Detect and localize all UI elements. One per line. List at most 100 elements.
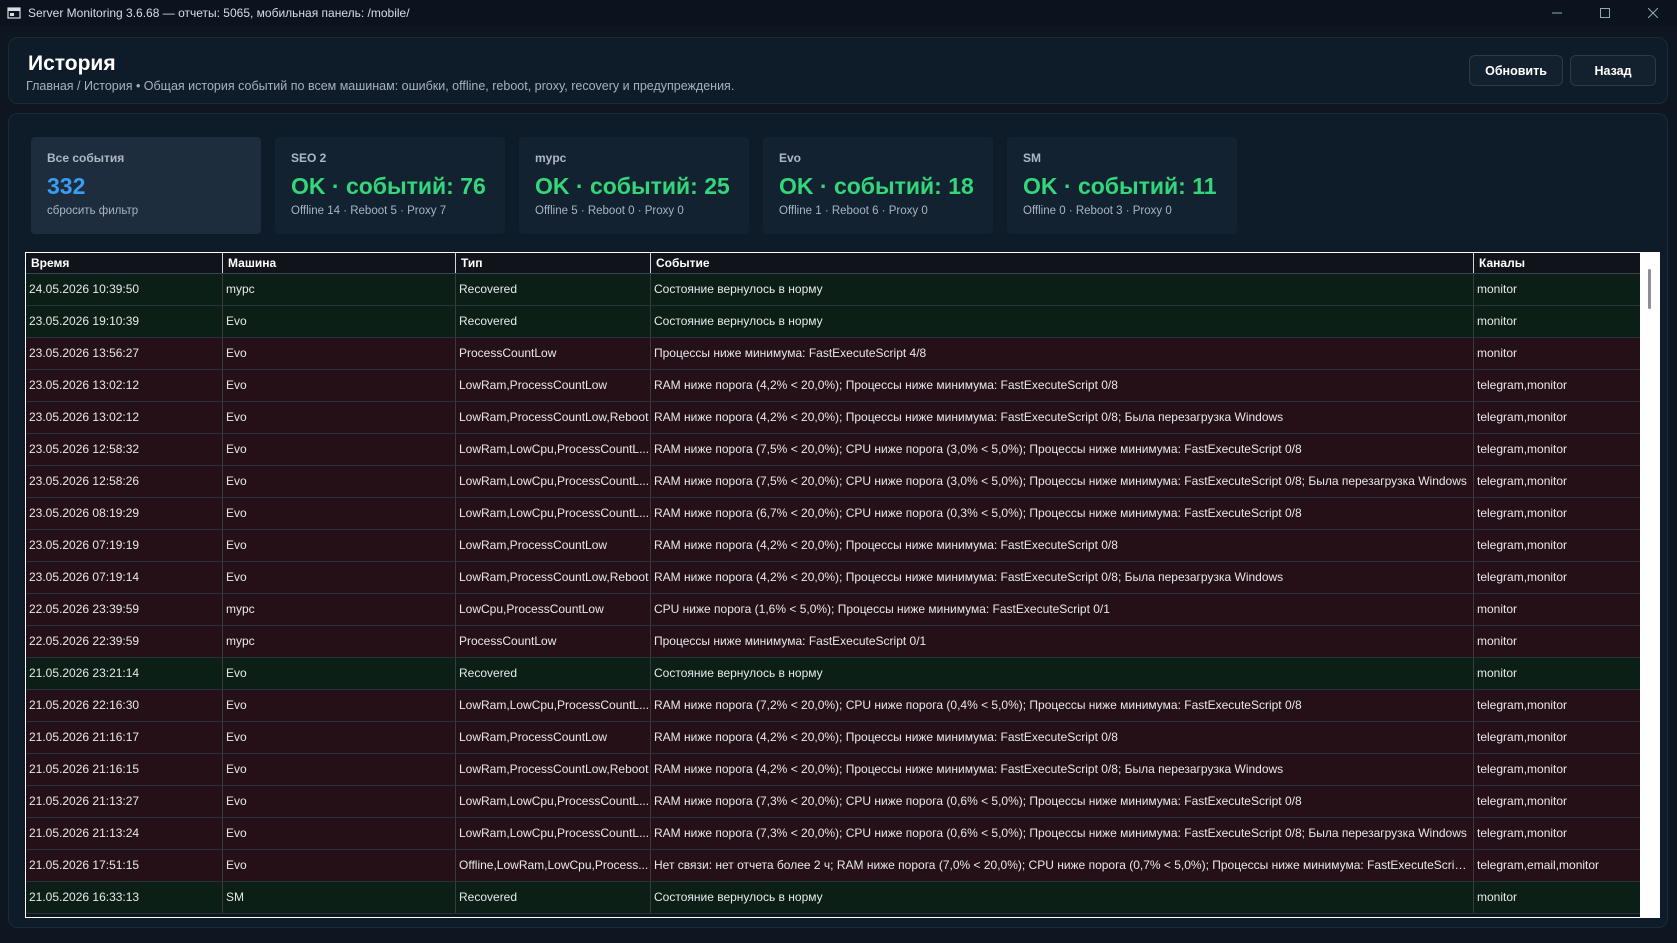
cell-machine: mypc: [223, 626, 456, 657]
cell-time: 21.05.2026 17:51:15: [26, 850, 223, 881]
cell-channels: telegram,monitor: [1477, 378, 1568, 392]
cell-event: RAM ниже порога (6,7% < 20,0%); CPU ниже…: [651, 498, 1474, 529]
card-machine-mypc[interactable]: mypc OK · событий: 25 Offline 5 · Reboot…: [519, 137, 749, 234]
table-row[interactable]: 23.05.2026 07:19:19 Evo LowRam,ProcessCoun…: [26, 530, 1640, 562]
table-row[interactable]: 23.05.2026 13:02:12 Evo LowRam,ProcessCoun…: [26, 370, 1640, 402]
table-row[interactable]: 23.05.2026 19:10:39 Evo Recovered Состояние…: [26, 306, 1640, 338]
cell-channels: telegram,monitor: [1477, 730, 1568, 744]
breadcrumb: Главная / История • Общая история событи…: [26, 79, 735, 93]
table-row[interactable]: 23.05.2026 12:58:26 Evo LowRam,LowCpu,Proc…: [26, 466, 1640, 498]
cell-type: LowRam,ProcessCountLow: [456, 530, 651, 561]
cell-time: 23.05.2026 12:58:32: [26, 434, 223, 465]
column-header-type[interactable]: Тип: [456, 253, 651, 273]
minimize-icon[interactable]: [1533, 0, 1581, 26]
column-header-channels[interactable]: Каналы: [1474, 253, 1640, 273]
cell-machine: Evo: [223, 338, 456, 369]
table-row[interactable]: 21.05.2026 17:51:15 Evo Offline,LowRam,Low…: [26, 850, 1640, 882]
card-sub: Offline 1 · Reboot 6 · Proxy 0: [779, 205, 928, 217]
cell-event: RAM ниже порога (7,3% < 20,0%); CPU ниже…: [651, 786, 1474, 817]
cell-time: 21.05.2026 21:16:17: [26, 722, 223, 753]
table-row[interactable]: 21.05.2026 21:16:15 Evo LowRam,ProcessCoun…: [26, 754, 1640, 786]
cell-event: RAM ниже порога (4,2% < 20,0%); Процессы…: [651, 754, 1474, 785]
table-row[interactable]: 21.05.2026 21:13:27 Evo LowRam,LowCpu,Proc…: [26, 786, 1640, 818]
cell-channels: telegram,monitor: [1477, 506, 1568, 520]
cell-machine: Evo: [223, 466, 456, 497]
cell-time: 21.05.2026 23:21:14: [26, 658, 223, 689]
cell-event: Процессы ниже минимума: FastExecuteScrip…: [651, 338, 1474, 369]
cell-type: ProcessCountLow: [456, 338, 651, 369]
cell-type: Recovered: [456, 882, 651, 913]
card-machine-evo[interactable]: Evo OK · событий: 18 Offline 1 · Reboot …: [763, 137, 993, 234]
card-all-events[interactable]: Все события 332 сбросить фильтр: [31, 137, 261, 234]
cell-machine: Evo: [223, 434, 456, 465]
cell-event: RAM ниже порога (7,5% < 20,0%); CPU ниже…: [651, 434, 1474, 465]
cell-time: 23.05.2026 07:19:19: [26, 530, 223, 561]
cell-machine: Evo: [223, 402, 456, 433]
page-header: История Главная / История • Общая истори…: [8, 37, 1668, 104]
table-row[interactable]: 21.05.2026 21:13:24 Evo LowRam,LowCpu,Proc…: [26, 818, 1640, 850]
cell-time: 21.05.2026 21:16:15: [26, 754, 223, 785]
cell-machine: Evo: [223, 530, 456, 561]
cell-machine: Evo: [223, 690, 456, 721]
cell-channels: telegram,monitor: [1477, 698, 1568, 712]
cell-type: LowRam,LowCpu,ProcessCountL...: [456, 434, 651, 465]
table-row[interactable]: 22.05.2026 22:39:59 mypc ProcessCountLow Пр…: [26, 626, 1640, 658]
cell-channels: telegram,monitor: [1477, 410, 1568, 424]
table-row[interactable]: 21.05.2026 16:33:13 SM Recovered Состояние …: [26, 882, 1640, 914]
cell-channels: telegram,monitor: [1477, 762, 1568, 776]
maximize-icon[interactable]: [1581, 0, 1629, 26]
cell-type: LowRam,ProcessCountLow,Reboot: [456, 402, 651, 433]
cell-machine: Evo: [223, 850, 456, 881]
events-grid: Время Машина Тип Событие Каналы 24.05.20…: [26, 253, 1640, 917]
cell-event: Процессы ниже минимума: FastExecuteScrip…: [651, 626, 1474, 657]
cell-channels: telegram,monitor: [1477, 570, 1568, 584]
cell-time: 23.05.2026 13:56:27: [26, 338, 223, 369]
card-value: OK · событий: 76: [291, 173, 486, 199]
column-header-time[interactable]: Время: [26, 253, 223, 273]
cell-machine: Evo: [223, 658, 456, 689]
card-sub: Offline 5 · Reboot 0 · Proxy 0: [535, 205, 684, 217]
reset-filter-link[interactable]: сбросить фильтр: [47, 205, 138, 217]
cell-type: LowRam,LowCpu,ProcessCountL...: [456, 786, 651, 817]
table-body: 24.05.2026 10:39:50 mypc Recovered Состояни…: [26, 274, 1640, 914]
table-row[interactable]: 23.05.2026 07:19:14 Evo LowRam,ProcessCoun…: [26, 562, 1640, 594]
cell-type: Offline,LowRam,LowCpu,Process...: [456, 850, 651, 881]
table-row[interactable]: 21.05.2026 21:16:17 Evo LowRam,ProcessCoun…: [26, 722, 1640, 754]
cell-event: Состояние вернулось в норму: [651, 658, 1474, 689]
table-row[interactable]: 24.05.2026 10:39:50 mypc Recovered Состояни…: [26, 274, 1640, 306]
scrollbar-thumb[interactable]: [1648, 269, 1651, 309]
cell-machine: Evo: [223, 370, 456, 401]
card-machine-seo2[interactable]: SEO 2 OK · событий: 76 Offline 14 · Rebo…: [275, 137, 505, 234]
table-row[interactable]: 23.05.2026 12:58:32 Evo LowRam,LowCpu,Proc…: [26, 434, 1640, 466]
window-title: Server Monitoring 3.6.68 — отчеты: 5065,…: [28, 6, 410, 20]
table-row[interactable]: 21.05.2026 22:16:30 Evo LowRam,LowCpu,Proc…: [26, 690, 1640, 722]
table-row[interactable]: 23.05.2026 08:19:29 Evo LowRam,LowCpu,Proc…: [26, 498, 1640, 530]
cell-channels: telegram,monitor: [1477, 538, 1568, 552]
column-header-event[interactable]: Событие: [651, 253, 1474, 273]
card-label: Evo: [779, 151, 802, 165]
cell-machine: Evo: [223, 818, 456, 849]
cell-time: 23.05.2026 12:58:26: [26, 466, 223, 497]
table-row[interactable]: 21.05.2026 23:21:14 Evo Recovered Состояние…: [26, 658, 1640, 690]
cell-machine: mypc: [223, 274, 456, 305]
cell-channels: monitor: [1477, 890, 1518, 904]
column-header-machine[interactable]: Машина: [223, 253, 456, 273]
cell-time: 23.05.2026 08:19:29: [26, 498, 223, 529]
vertical-scrollbar[interactable]: [1641, 253, 1659, 917]
card-label: SEO 2: [291, 151, 327, 165]
cell-event: RAM ниже порога (7,5% < 20,0%); CPU ниже…: [651, 466, 1474, 497]
cell-machine: Evo: [223, 498, 456, 529]
close-icon[interactable]: [1629, 0, 1677, 26]
card-label: SM: [1023, 151, 1041, 165]
table-row[interactable]: 23.05.2026 13:02:12 Evo LowRam,ProcessCoun…: [26, 402, 1640, 434]
card-value: OK · событий: 25: [535, 173, 730, 199]
cell-event: Нет связи: нет отчета более 2 ч; RAM ниж…: [651, 850, 1474, 881]
table-row[interactable]: 23.05.2026 13:56:27 Evo ProcessCountLow Про…: [26, 338, 1640, 370]
table-row[interactable]: 22.05.2026 23:39:59 mypc LowCpu,ProcessCou…: [26, 594, 1640, 626]
card-machine-sm[interactable]: SM OK · событий: 11 Offline 0 · Reboot 3…: [1007, 137, 1237, 234]
cell-channels: monitor: [1477, 314, 1518, 328]
card-sub: Offline 0 · Reboot 3 · Proxy 0: [1023, 205, 1172, 217]
refresh-button[interactable]: Обновить: [1469, 55, 1563, 86]
back-button[interactable]: Назад: [1570, 55, 1656, 86]
cell-type: LowRam,ProcessCountLow,Reboot: [456, 562, 651, 593]
